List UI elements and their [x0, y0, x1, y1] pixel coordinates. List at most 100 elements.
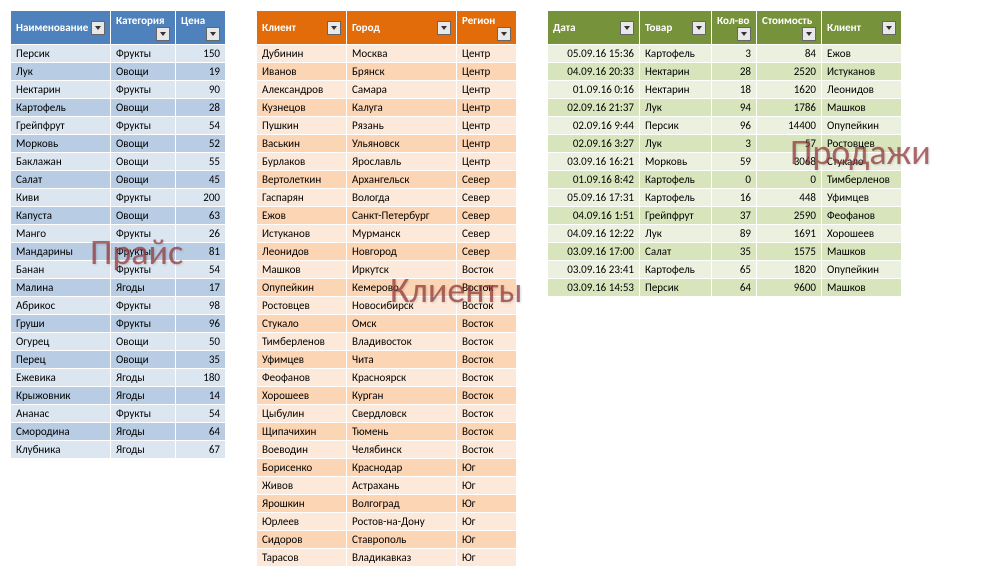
cell: Ягоды	[111, 423, 176, 441]
cell: Восток	[457, 351, 517, 369]
cell: Картофель	[640, 189, 712, 207]
table-row: КивиФрукты200	[11, 189, 226, 207]
cell: 26	[176, 225, 226, 243]
cell: Нектарин	[640, 63, 712, 81]
filter-dropdown-icon[interactable]	[692, 21, 706, 35]
table-row: МалинаЯгоды17	[11, 279, 226, 297]
table-row: ВоеводинЧелябинскВосток	[257, 441, 517, 459]
cell: Овощи	[111, 153, 176, 171]
cell: Лук	[11, 63, 111, 81]
cell: Фрукты	[111, 243, 176, 261]
cell: Баклажан	[11, 153, 111, 171]
cell: Север	[457, 225, 517, 243]
cell: Салат	[11, 171, 111, 189]
cell: Восток	[457, 441, 517, 459]
cell: Красноярск	[347, 369, 457, 387]
cell: Омск	[347, 315, 457, 333]
price-col-2[interactable]: Цена	[176, 11, 226, 45]
sales-col-0[interactable]: Дата	[548, 11, 640, 45]
cell: Центр	[457, 81, 517, 99]
sales-col-3[interactable]: Стоимость	[757, 11, 822, 45]
cell: Санкт-Петербург	[347, 207, 457, 225]
table-row: СтукалоОмскВосток	[257, 315, 517, 333]
cell: Малина	[11, 279, 111, 297]
cell: Истуканов	[257, 225, 347, 243]
cell: Фрукты	[111, 189, 176, 207]
clients-col-2[interactable]: Регион	[457, 11, 517, 45]
header-label: Категория	[116, 14, 165, 27]
cell: 90	[176, 81, 226, 99]
cell: Феофанов	[257, 369, 347, 387]
cell: 19	[176, 63, 226, 81]
cell: Фрукты	[111, 405, 176, 423]
cell: Новосибирск	[347, 297, 457, 315]
cell: 3068	[757, 153, 822, 171]
table-row: БурлаковЯрославльЦентр	[257, 153, 517, 171]
table-row: БананФрукты54	[11, 261, 226, 279]
cell: Абрикос	[11, 297, 111, 315]
cell: Кузнецов	[257, 99, 347, 117]
cell: Фрукты	[111, 297, 176, 315]
filter-dropdown-icon[interactable]	[91, 21, 105, 35]
cell: 03.09.16 14:53	[548, 279, 640, 297]
filter-dropdown-icon[interactable]	[156, 27, 170, 41]
clients-col-0[interactable]: Клиент	[257, 11, 347, 45]
header-label: Стоимость	[762, 14, 812, 27]
cell: Лук	[640, 99, 712, 117]
cell: 18	[712, 81, 757, 99]
cell: Ежевика	[11, 369, 111, 387]
table-row: 04.09.16 20:33Нектарин282520Истуканов	[548, 63, 902, 81]
price-col-0[interactable]: Наименование	[11, 11, 111, 45]
filter-dropdown-icon[interactable]	[620, 21, 634, 35]
cell: Хорошеев	[257, 387, 347, 405]
table-row: АбрикосФрукты98	[11, 297, 226, 315]
sales-col-1[interactable]: Товар	[640, 11, 712, 45]
cell: Волгоград	[347, 495, 457, 513]
cell: Воеводин	[257, 441, 347, 459]
cell: Уфимцев	[822, 189, 902, 207]
cell: Леонидов	[822, 81, 902, 99]
cell: Восток	[457, 279, 517, 297]
header-label: Товар	[645, 21, 672, 34]
cell: Огурец	[11, 333, 111, 351]
sales-col-4[interactable]: Клиент	[822, 11, 902, 45]
table-row: ЮрлеевРостов-на-ДонуЮг	[257, 513, 517, 531]
table-row: 02.09.16 9:44Персик9614400Опупейкин	[548, 117, 902, 135]
filter-dropdown-icon[interactable]	[327, 21, 341, 35]
cell: 54	[176, 261, 226, 279]
cell: 04.09.16 12:22	[548, 225, 640, 243]
price-col-1[interactable]: Категория	[111, 11, 176, 45]
cell: Манго	[11, 225, 111, 243]
table-row: ПерсикФрукты150	[11, 45, 226, 63]
cell: 2520	[757, 63, 822, 81]
cell: Центр	[457, 63, 517, 81]
cell: Юг	[457, 459, 517, 477]
table-row: УфимцевЧитаВосток	[257, 351, 517, 369]
cell: 1691	[757, 225, 822, 243]
cell: Восток	[457, 333, 517, 351]
cell: Ростовцев	[257, 297, 347, 315]
cell: 02.09.16 9:44	[548, 117, 640, 135]
cell: Ставрополь	[347, 531, 457, 549]
table-row: ТимберленовВладивостокВосток	[257, 333, 517, 351]
cell: 54	[176, 405, 226, 423]
cell: Тюмень	[347, 423, 457, 441]
filter-dropdown-icon[interactable]	[206, 27, 220, 41]
cell: Ягоды	[111, 369, 176, 387]
cell: Иркутск	[347, 261, 457, 279]
filter-dropdown-icon[interactable]	[802, 27, 816, 41]
cell: 03.09.16 16:21	[548, 153, 640, 171]
cell: Машков	[822, 279, 902, 297]
filter-dropdown-icon[interactable]	[497, 27, 511, 41]
cell: 150	[176, 45, 226, 63]
sales-col-2[interactable]: Кол-во	[712, 11, 757, 45]
cell: Ананас	[11, 405, 111, 423]
table-row: ГрушиФрукты96	[11, 315, 226, 333]
filter-dropdown-icon[interactable]	[437, 21, 451, 35]
header-label: Дата	[553, 21, 576, 34]
filter-dropdown-icon[interactable]	[882, 21, 896, 35]
table-row: НектаринФрукты90	[11, 81, 226, 99]
clients-col-1[interactable]: Город	[347, 11, 457, 45]
filter-dropdown-icon[interactable]	[737, 27, 751, 41]
cell: 1786	[757, 99, 822, 117]
